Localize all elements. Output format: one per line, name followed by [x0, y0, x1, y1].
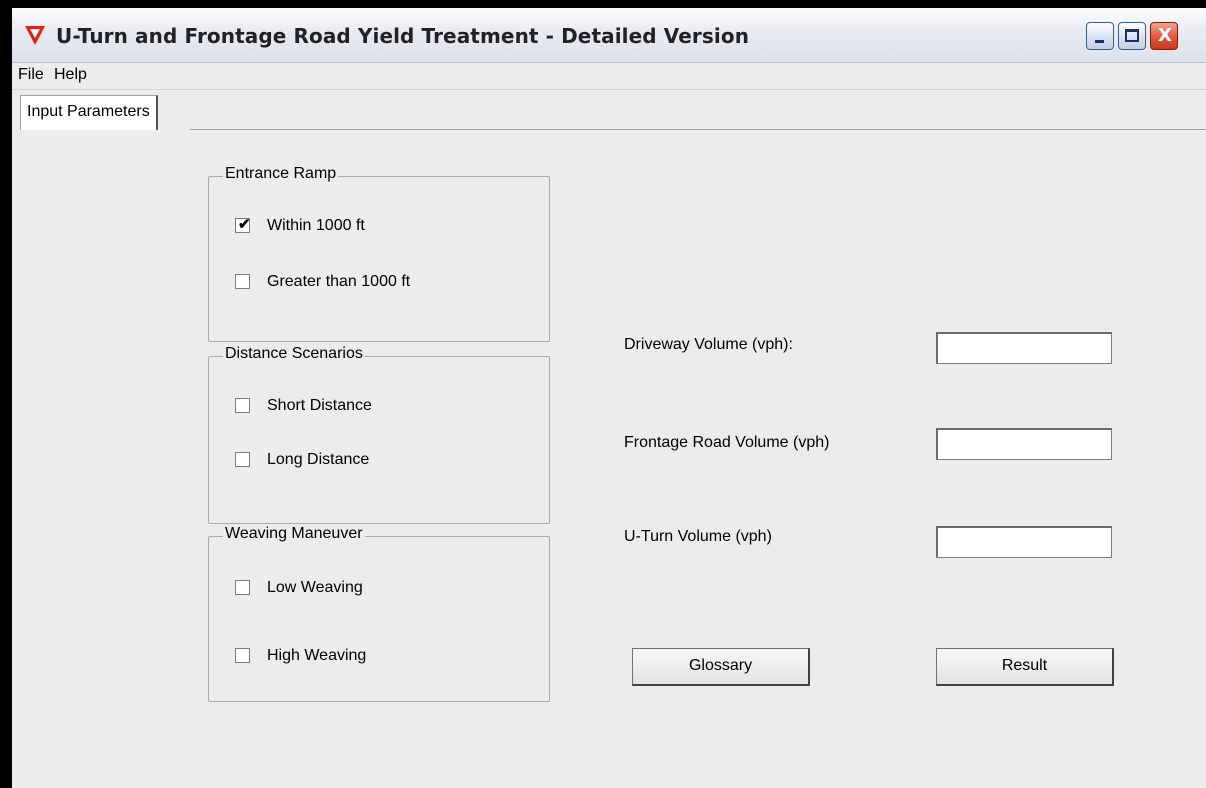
uturn-volume-label: U-Turn Volume (vph) — [624, 528, 772, 545]
window-title: U-Turn and Frontage Road Yield Treatment… — [56, 24, 750, 48]
result-button[interactable]: Result — [936, 648, 1114, 686]
maximize-button[interactable] — [1118, 22, 1146, 50]
frontage-road-volume-input[interactable] — [936, 428, 1112, 460]
glossary-button[interactable]: Glossary — [632, 648, 810, 686]
greater-than-1000ft-label: Greater than 1000 ft — [267, 273, 411, 290]
weaving-maneuver-group: Weaving Maneuver Low Weaving High Weavin… — [208, 525, 550, 702]
frontage-road-volume-label: Frontage Road Volume (vph) — [624, 434, 830, 451]
menu-file[interactable]: File — [18, 66, 44, 84]
input-parameters-panel: Entrance Ramp ✔ Within 1000 ft Greater t… — [12, 130, 1206, 788]
menu-help[interactable]: Help — [54, 66, 87, 84]
tab-strip: Input Parameters — [12, 90, 1206, 130]
short-distance-label: Short Distance — [267, 397, 372, 414]
driveway-volume-label: Driveway Volume (vph): — [624, 336, 793, 353]
checkbox-box[interactable] — [235, 580, 250, 595]
long-distance-label: Long Distance — [267, 451, 370, 468]
driveway-volume-input[interactable] — [936, 332, 1112, 364]
app-window: U-Turn and Frontage Road Yield Treatment… — [12, 8, 1206, 788]
maximize-icon — [1125, 29, 1139, 42]
menu-bar: File Help — [12, 63, 1206, 90]
title-bar[interactable]: U-Turn and Frontage Road Yield Treatment… — [12, 8, 1206, 63]
minimize-button[interactable] — [1086, 22, 1114, 50]
uturn-volume-input[interactable] — [936, 526, 1112, 558]
low-weaving-label: Low Weaving — [267, 579, 363, 596]
high-weaving-label: High Weaving — [267, 647, 367, 664]
within-1000ft-label: Within 1000 ft — [267, 217, 365, 234]
minimize-icon — [1095, 40, 1104, 43]
checkbox-box[interactable] — [235, 648, 250, 663]
checkmark-icon: ✔ — [238, 216, 251, 233]
checkbox-box[interactable]: ✔ — [235, 216, 251, 233]
entrance-ramp-title: Entrance Ramp — [223, 165, 339, 183]
red-triangle-yield-icon — [25, 26, 45, 45]
distance-scenarios-title: Distance Scenarios — [223, 345, 365, 363]
tab-input-parameters[interactable]: Input Parameters — [20, 95, 158, 130]
close-button[interactable]: X — [1150, 22, 1178, 50]
distance-scenarios-group: Distance Scenarios Short Distance Long D… — [208, 345, 550, 524]
entrance-ramp-group: Entrance Ramp ✔ Within 1000 ft Greater t… — [208, 165, 550, 342]
checkbox-box[interactable] — [235, 398, 250, 413]
checkbox-box[interactable] — [235, 274, 250, 289]
checkbox-box[interactable] — [235, 452, 250, 467]
weaving-maneuver-title: Weaving Maneuver — [223, 525, 365, 543]
close-icon: X — [1158, 25, 1172, 46]
